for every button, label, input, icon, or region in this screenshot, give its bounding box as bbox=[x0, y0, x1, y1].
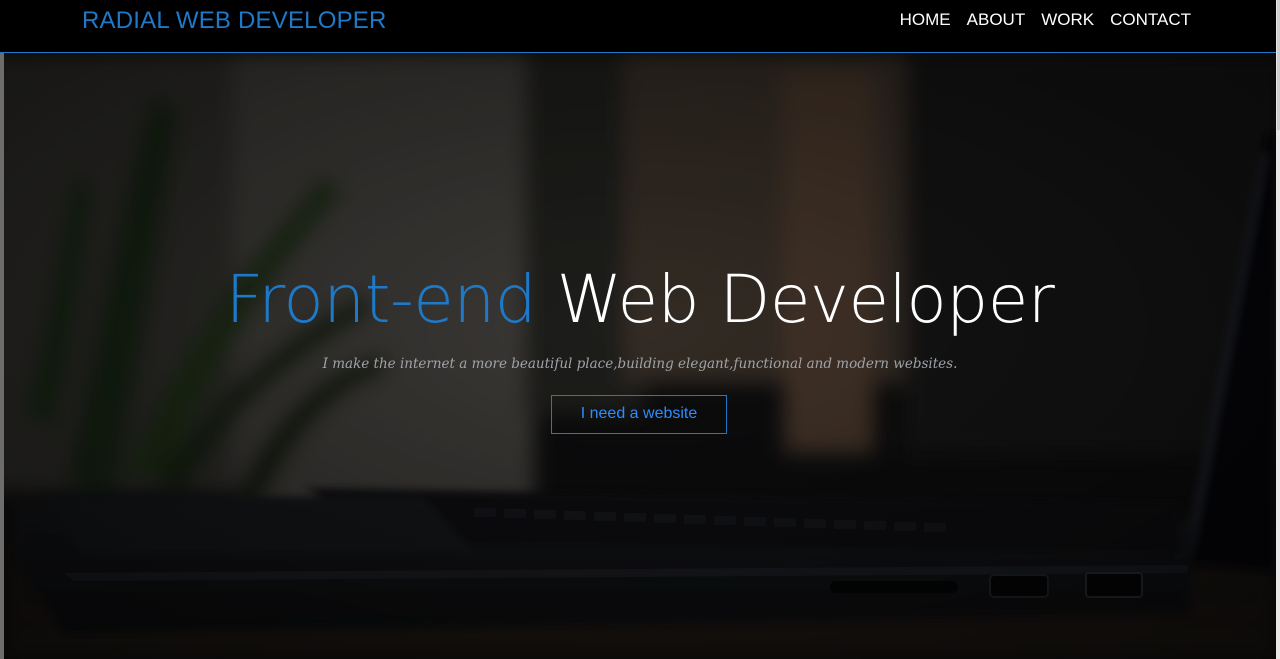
page-scrollbar[interactable] bbox=[1276, 0, 1280, 659]
nav-item-work: WORK bbox=[1041, 10, 1094, 30]
headline-main-text: Web Developer bbox=[556, 261, 1055, 338]
nav-item-contact: CONTACT bbox=[1110, 10, 1191, 30]
main-nav: HOME ABOUT WORK CONTACT bbox=[900, 10, 1191, 30]
hero-content: Front-end Web Developer I make the inter… bbox=[4, 53, 1276, 659]
nav-item-home: HOME bbox=[900, 10, 951, 30]
need-website-button[interactable]: I need a website bbox=[551, 395, 727, 434]
brand-logo-link[interactable]: RADIAL WEB DEVELOPER bbox=[82, 7, 387, 35]
top-navbar: RADIAL WEB DEVELOPER HOME ABOUT WORK CON… bbox=[0, 0, 1280, 53]
nav-link-about[interactable]: ABOUT bbox=[967, 10, 1026, 29]
nav-link-work[interactable]: WORK bbox=[1041, 10, 1094, 29]
window-left-edge bbox=[0, 40, 4, 659]
hero-headline: Front-end Web Developer bbox=[4, 258, 1276, 342]
page: RADIAL WEB DEVELOPER HOME ABOUT WORK CON… bbox=[0, 0, 1280, 659]
nav-link-contact[interactable]: CONTACT bbox=[1110, 10, 1191, 29]
nav-link-home[interactable]: HOME bbox=[900, 10, 951, 29]
hero-tagline: I make the internet a more beautiful pla… bbox=[322, 356, 958, 372]
headline-accent-text: Front-end bbox=[225, 261, 537, 338]
nav-item-about: ABOUT bbox=[967, 10, 1026, 30]
hero-section: Front-end Web Developer I make the inter… bbox=[4, 53, 1276, 659]
